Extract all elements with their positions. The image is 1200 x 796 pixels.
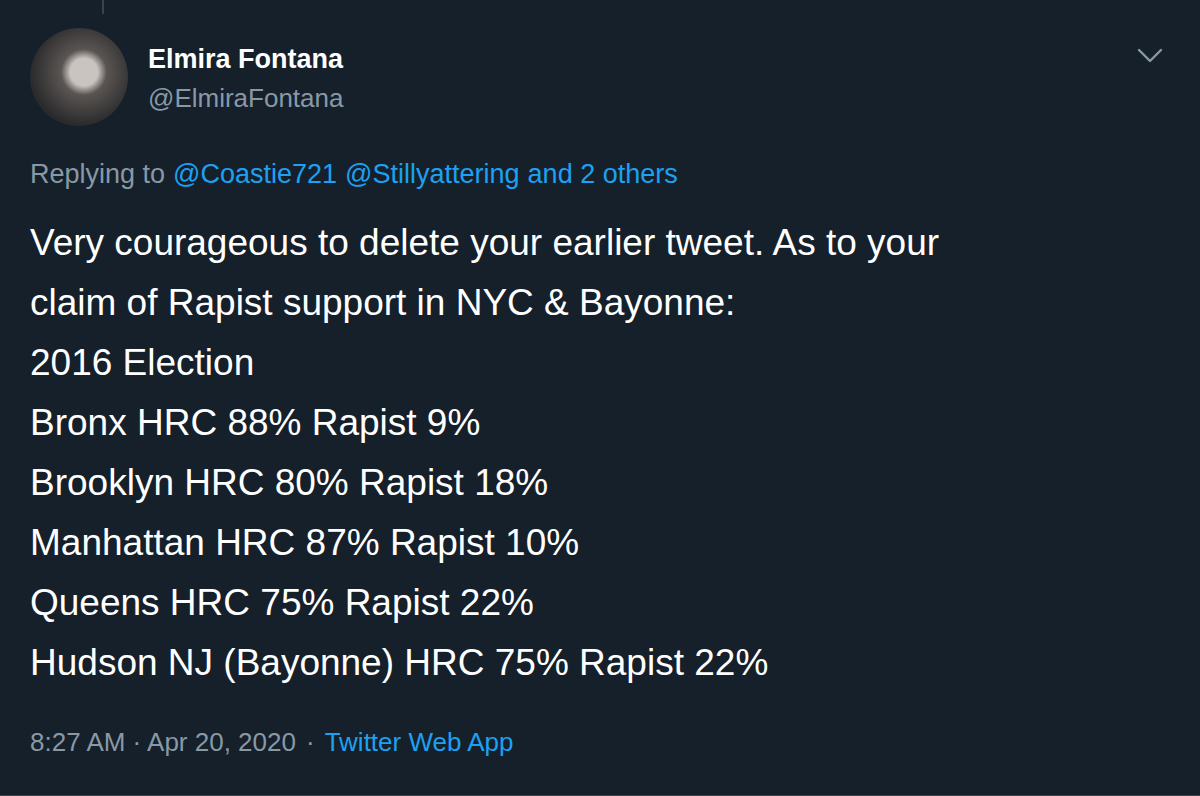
- tweet-meta: 8:27 AM · Apr 20, 2020 · Twitter Web App: [30, 724, 1170, 760]
- more-button[interactable]: [1132, 38, 1168, 74]
- tweet-line: Manhattan HRC 87% Rapist 10%: [30, 513, 1170, 573]
- tweet-header: Elmira Fontana@ElmiraFontana: [30, 28, 1170, 126]
- source-link[interactable]: Twitter Web App: [325, 724, 514, 760]
- author-handle[interactable]: @ElmiraFontana: [148, 80, 1132, 116]
- tweet-body: Very courageous to delete your earlier t…: [30, 213, 1170, 693]
- tweet-line: Very courageous to delete your earlier t…: [30, 213, 1170, 273]
- tweet-line: Hudson NJ (Bayonne) HRC 75% Rapist 22%: [30, 633, 1170, 693]
- tweet: Elmira Fontana@ElmiraFontanaReplying to@…: [0, 0, 1200, 796]
- chevron-down-icon: [1137, 48, 1163, 64]
- thread-strip: [30, 0, 1170, 18]
- others-link[interactable]: and 2 others: [528, 156, 678, 192]
- tweet-line: Queens HRC 75% Rapist 22%: [30, 573, 1170, 633]
- author-name[interactable]: Elmira Fontana: [148, 41, 1132, 77]
- thread-line: [102, 0, 104, 14]
- timestamp[interactable]: 8:27 AM · Apr 20, 2020: [30, 724, 296, 760]
- avatar[interactable]: [30, 28, 128, 126]
- tweet-line: claim of Rapist support in NYC & Bayonne…: [30, 273, 1170, 333]
- replying-to: Replying to@Coastie721@Stillyatteringand…: [30, 156, 1170, 192]
- mention-link[interactable]: @Coastie721: [173, 156, 337, 192]
- tweet-line: Bronx HRC 88% Rapist 9%: [30, 393, 1170, 453]
- tweet-line: 2016 Election: [30, 333, 1170, 393]
- author-block: Elmira Fontana@ElmiraFontana: [148, 28, 1132, 116]
- tweet-line: Brooklyn HRC 80% Rapist 18%: [30, 453, 1170, 513]
- mention-link[interactable]: @Stillyattering: [345, 156, 519, 192]
- replying-prefix: Replying to: [30, 156, 165, 192]
- separator: ·: [306, 724, 315, 760]
